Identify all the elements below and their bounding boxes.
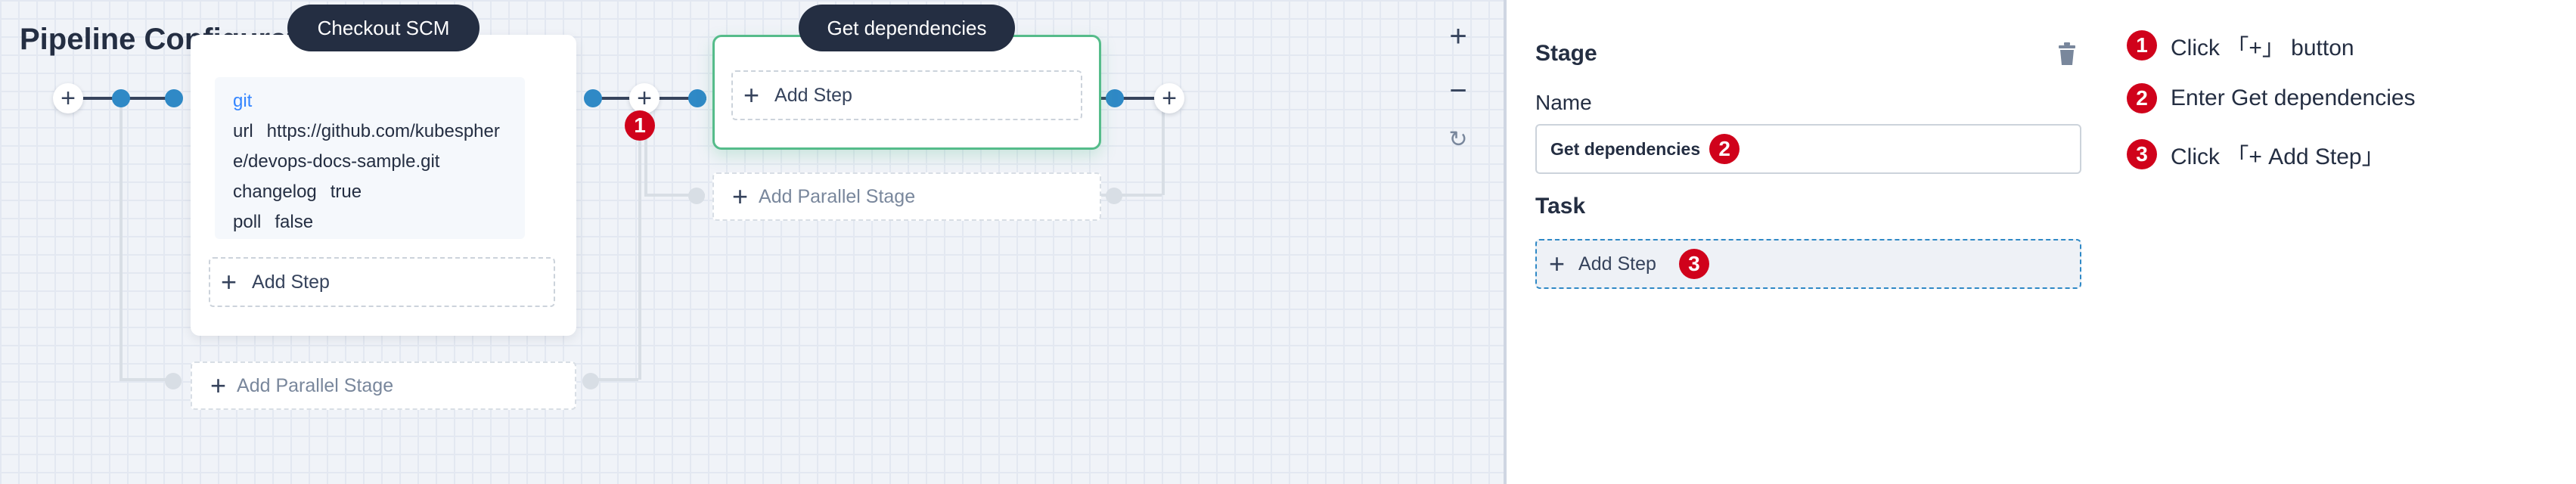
stage-card-checkout-scm[interactable]: git url https://github.com/kubespher e/de… bbox=[191, 35, 576, 336]
task-param-row: url https://github.com/kubespher bbox=[233, 121, 500, 141]
add-step-label: Add Step bbox=[1578, 253, 1656, 275]
parallel-dot bbox=[582, 373, 599, 389]
task-git[interactable]: git url https://github.com/kubespher e/de… bbox=[215, 77, 525, 239]
parallel-line bbox=[638, 101, 641, 380]
name-label: Name bbox=[1535, 91, 1592, 114]
connector-dot bbox=[165, 89, 183, 107]
add-parallel-stage-button[interactable]: + Add Parallel Stage bbox=[191, 361, 576, 410]
instruction-text: Click 「+ Add Step」 bbox=[2171, 144, 2385, 169]
plus-icon: + bbox=[732, 181, 749, 212]
add-stage-button-start[interactable]: + bbox=[53, 83, 83, 113]
step-marker-1: 1 bbox=[625, 110, 655, 141]
panel-divider bbox=[1504, 0, 1507, 484]
parallel-line bbox=[1162, 101, 1165, 195]
connector-dot bbox=[584, 89, 602, 107]
add-stage-button-middle[interactable]: + bbox=[629, 83, 660, 113]
instruction-3: 3 Click 「+ Add Step」 bbox=[2127, 138, 2385, 171]
add-parallel-label: Add Parallel Stage bbox=[759, 185, 916, 207]
trash-icon[interactable] bbox=[2057, 42, 2077, 67]
add-step-button[interactable]: + Add Step bbox=[731, 70, 1082, 120]
connector-dot bbox=[112, 89, 130, 107]
stage-card-get-dependencies[interactable]: + Add Step bbox=[712, 35, 1101, 150]
connector-dot bbox=[1106, 89, 1124, 107]
add-parallel-label: Add Parallel Stage bbox=[237, 374, 394, 396]
instruction-2: 2 Enter Get dependencies bbox=[2127, 83, 2416, 113]
stage-name-input[interactable]: Get dependencies 2 bbox=[1535, 124, 2081, 174]
task-heading: Task bbox=[1535, 194, 1586, 219]
plus-icon: + bbox=[1549, 248, 1566, 279]
parallel-dot bbox=[688, 188, 705, 204]
plus-icon: + bbox=[210, 370, 227, 401]
task-param-row: poll false bbox=[233, 212, 314, 232]
stage-heading: Stage bbox=[1535, 41, 1597, 66]
add-step-label: Add Step bbox=[252, 271, 330, 293]
task-type: git bbox=[233, 91, 253, 111]
pipeline-canvas: Pipeline Configuration + + + 1 git url ht… bbox=[0, 0, 1504, 484]
parallel-dot bbox=[1106, 188, 1122, 204]
zoom-in-button[interactable]: + bbox=[1443, 21, 1473, 51]
parallel-dot bbox=[165, 373, 182, 389]
add-parallel-stage-button[interactable]: + Add Parallel Stage bbox=[712, 172, 1101, 221]
task-param-row: changelog true bbox=[233, 182, 362, 202]
plus-icon: + bbox=[637, 84, 652, 113]
add-stage-button-end[interactable]: + bbox=[1154, 83, 1184, 113]
plus-icon: + bbox=[1162, 84, 1177, 113]
instruction-number: 1 bbox=[2127, 30, 2157, 60]
add-step-label: Add Step bbox=[774, 84, 852, 106]
parallel-line bbox=[119, 101, 123, 380]
add-step-button[interactable]: + Add Step bbox=[209, 257, 555, 307]
stage-name-pill[interactable]: Checkout SCM bbox=[287, 5, 480, 51]
plus-icon: + bbox=[61, 84, 76, 113]
plus-icon: + bbox=[743, 79, 760, 110]
step-marker-3: 3 bbox=[1678, 249, 1709, 279]
stage-name-value: Get dependencies bbox=[1550, 138, 1701, 159]
instruction-1: 1 Click 「+」 button bbox=[2127, 29, 2354, 62]
instruction-text: Click 「+」 button bbox=[2171, 36, 2354, 60]
task-add-step-button[interactable]: + Add Step 3 bbox=[1535, 239, 2081, 289]
zoom-out-button[interactable]: − bbox=[1443, 76, 1473, 106]
instruction-text: Enter Get dependencies bbox=[2171, 85, 2416, 110]
step-marker-2: 2 bbox=[1709, 134, 1740, 164]
connector-dot bbox=[688, 89, 706, 107]
stage-name-pill[interactable]: Get dependencies bbox=[799, 5, 1015, 51]
task-param-row: e/devops-docs-sample.git bbox=[233, 151, 440, 172]
plus-icon: + bbox=[221, 266, 237, 297]
instruction-number: 3 bbox=[2127, 139, 2157, 169]
reset-zoom-icon[interactable]: ↻ bbox=[1443, 129, 1473, 151]
instruction-number: 2 bbox=[2127, 83, 2157, 113]
